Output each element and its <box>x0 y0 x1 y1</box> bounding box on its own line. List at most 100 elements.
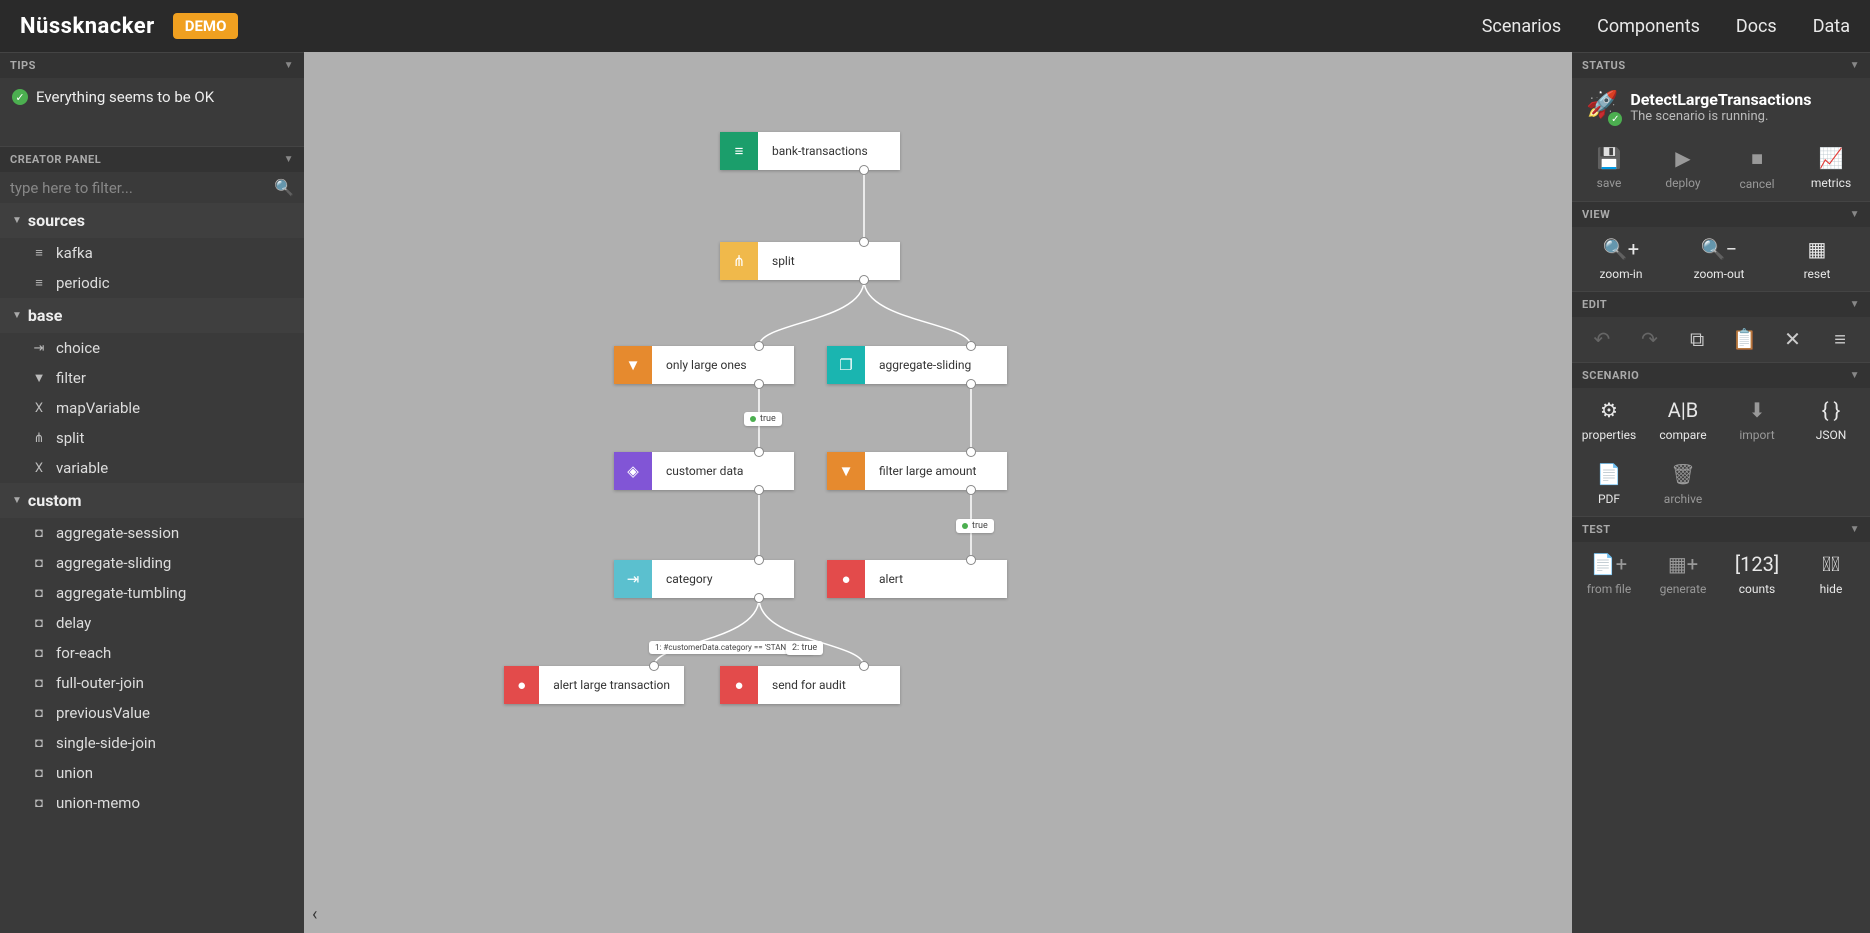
port[interactable] <box>966 555 976 565</box>
zoom-in-button[interactable]: 🔍+zoom-in <box>1572 227 1670 291</box>
port[interactable] <box>966 379 976 389</box>
caret-down-icon: ▼ <box>12 215 22 226</box>
item-aggregate-tumbling[interactable]: ◘aggregate-tumbling <box>0 578 304 608</box>
nav-scenarios[interactable]: Scenarios <box>1482 16 1561 37</box>
grid-icon: ▦ <box>1808 237 1827 261</box>
edit-header[interactable]: EDIT▼ <box>1572 291 1870 317</box>
item-union[interactable]: ◘union <box>0 758 304 788</box>
node-aggregate-sliding[interactable]: ❐ aggregate-sliding <box>827 346 1007 384</box>
item-union-memo[interactable]: ◘union-memo <box>0 788 304 818</box>
redo-button[interactable]: ↷ <box>1629 327 1669 352</box>
tips-header[interactable]: TIPS ▼ <box>0 52 304 78</box>
search-icon[interactable]: 🔍 <box>274 178 294 197</box>
node-alert-large-transaction[interactable]: ● alert large transaction <box>504 666 684 704</box>
port[interactable] <box>859 275 869 285</box>
delete-button[interactable]: ✕ <box>1772 327 1812 352</box>
status-body: 🚀✓ DetectLargeTransactions The scenario … <box>1572 78 1870 136</box>
cancel-button[interactable]: ■cancel <box>1720 136 1794 201</box>
item-full-outer-join[interactable]: ◘full-outer-join <box>0 668 304 698</box>
scenario-status: The scenario is running. <box>1630 109 1811 124</box>
properties-button[interactable]: ⚙properties <box>1572 388 1646 452</box>
collapse-left-button[interactable]: ‹ <box>312 904 317 925</box>
port[interactable] <box>754 555 764 565</box>
nav-docs[interactable]: Docs <box>1736 16 1777 37</box>
scenario-header[interactable]: SCENARIO▼ <box>1572 362 1870 388</box>
test-header[interactable]: TEST▼ <box>1572 516 1870 542</box>
port[interactable] <box>966 485 976 495</box>
node-filter-large-amount[interactable]: ▼ filter large amount <box>827 452 1007 490</box>
deploy-button[interactable]: ▶deploy <box>1646 136 1720 201</box>
reset-button[interactable]: ▦reset <box>1768 227 1866 291</box>
port[interactable] <box>859 237 869 247</box>
item-previousvalue[interactable]: ◘previousValue <box>0 698 304 728</box>
node-alert[interactable]: ● alert <box>827 560 1007 598</box>
node-customer-data[interactable]: ◈ customer data <box>614 452 794 490</box>
filter-icon: ▼ <box>32 370 46 386</box>
paste-button[interactable]: 📋 <box>1725 327 1765 352</box>
status-header[interactable]: STATUS▼ <box>1572 52 1870 78</box>
cube-icon: ◘ <box>32 675 46 691</box>
creator-header[interactable]: CREATOR PANEL ▼ <box>0 146 304 172</box>
from-file-button[interactable]: 📄+from file <box>1572 542 1646 606</box>
pdf-button[interactable]: 📄PDF <box>1572 452 1646 516</box>
item-delay[interactable]: ◘delay <box>0 608 304 638</box>
node-category[interactable]: ⇥ category <box>614 560 794 598</box>
canvas[interactable]: ≡ bank-transactions ⋔ split ▼ only large… <box>304 52 1572 933</box>
port[interactable] <box>649 661 659 671</box>
item-kafka[interactable]: ≡kafka <box>0 238 304 268</box>
json-button[interactable]: { }JSON <box>1794 388 1868 452</box>
split-icon: ⋔ <box>32 431 46 446</box>
hide-button[interactable]: 👁⃠hide <box>1794 542 1868 606</box>
sink-icon: ● <box>827 560 865 598</box>
port[interactable] <box>966 341 976 351</box>
node-label: aggregate-sliding <box>865 346 985 384</box>
compare-icon: A|B <box>1668 398 1698 422</box>
undo-button[interactable]: ↶ <box>1582 327 1622 352</box>
item-mapvariable[interactable]: XmapVariable <box>0 393 304 423</box>
filter-input[interactable] <box>10 179 274 197</box>
port[interactable] <box>966 447 976 457</box>
port[interactable] <box>859 661 869 671</box>
archive-button[interactable]: 🗑archive <box>1646 452 1720 516</box>
item-aggregate-sliding[interactable]: ◘aggregate-sliding <box>0 548 304 578</box>
counts-button[interactable]: [123]counts <box>1720 542 1794 606</box>
group-custom[interactable]: ▼custom <box>0 483 304 518</box>
layout-button[interactable]: ≡ <box>1820 327 1860 352</box>
node-split[interactable]: ⋔ split <box>720 242 900 280</box>
generate-button[interactable]: ▦+generate <box>1646 542 1720 606</box>
group-base[interactable]: ▼base <box>0 298 304 333</box>
node-bank-transactions[interactable]: ≡ bank-transactions <box>720 132 900 170</box>
port[interactable] <box>754 379 764 389</box>
copy-button[interactable]: ⧉ <box>1677 327 1717 352</box>
view-header[interactable]: VIEW▼ <box>1572 201 1870 227</box>
compare-button[interactable]: A|Bcompare <box>1646 388 1720 452</box>
metrics-button[interactable]: 📈metrics <box>1794 136 1868 201</box>
item-filter[interactable]: ▼filter <box>0 363 304 393</box>
node-label: alert <box>865 560 917 598</box>
nav-data[interactable]: Data <box>1813 16 1850 37</box>
save-button[interactable]: 💾save <box>1572 136 1646 201</box>
item-variable[interactable]: Xvariable <box>0 453 304 483</box>
import-button[interactable]: ⬇import <box>1720 388 1794 452</box>
eye-off-icon: 👁⃠ <box>1822 552 1840 576</box>
item-periodic[interactable]: ≡periodic <box>0 268 304 298</box>
port[interactable] <box>754 341 764 351</box>
item-aggregate-session[interactable]: ◘aggregate-session <box>0 518 304 548</box>
port[interactable] <box>754 485 764 495</box>
port[interactable] <box>754 593 764 603</box>
node-label: customer data <box>652 452 757 490</box>
nav-components[interactable]: Components <box>1597 16 1700 37</box>
port[interactable] <box>859 165 869 175</box>
pdf-icon: 📄 <box>1597 462 1622 486</box>
port[interactable] <box>754 447 764 457</box>
edge-label-true: true <box>956 519 994 533</box>
item-for-each[interactable]: ◘for-each <box>0 638 304 668</box>
choice-icon: ⇥ <box>32 341 46 356</box>
item-single-side-join[interactable]: ◘single-side-join <box>0 728 304 758</box>
node-only-large[interactable]: ▼ only large ones <box>614 346 794 384</box>
item-split[interactable]: ⋔split <box>0 423 304 453</box>
group-sources[interactable]: ▼sources <box>0 203 304 238</box>
node-send-audit[interactable]: ● send for audit <box>720 666 900 704</box>
zoom-out-button[interactable]: 🔍−zoom-out <box>1670 227 1768 291</box>
item-choice[interactable]: ⇥choice <box>0 333 304 363</box>
